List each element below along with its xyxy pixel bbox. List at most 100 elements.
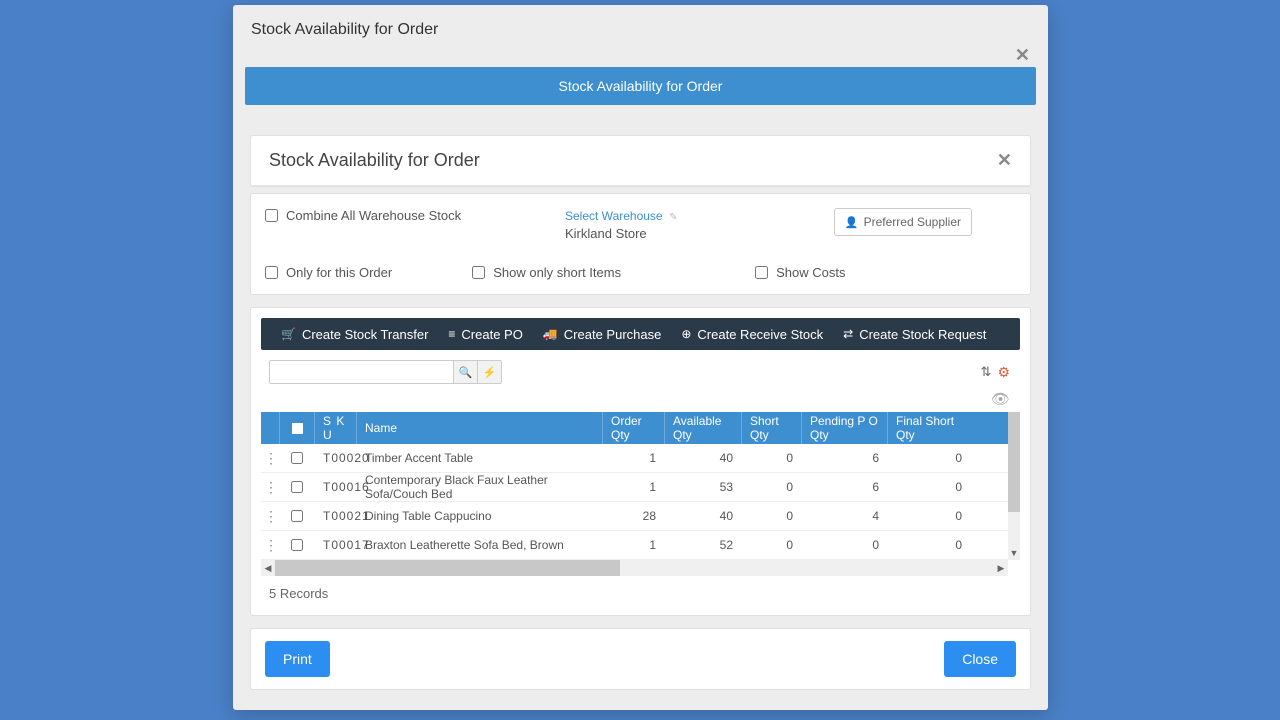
row-checkbox[interactable] <box>291 452 303 464</box>
flash-button[interactable]: ⚡ <box>478 360 502 384</box>
user-plus-icon: 👤 <box>845 216 859 229</box>
show-costs-input[interactable] <box>755 266 768 279</box>
preferred-supplier-label: Preferred Supplier <box>864 215 961 229</box>
cell-available-qty: 40 <box>665 444 742 472</box>
only-order-label: Only for this Order <box>286 265 392 280</box>
create-receive-stock-button[interactable]: ⊕Create Receive Stock <box>671 327 833 342</box>
cell-order-qty: 1 <box>603 444 665 472</box>
grid: S K U Name Order Qty Available Qty Short… <box>261 412 1020 576</box>
create-purchase-button[interactable]: 🚚Create Purchase <box>533 327 672 342</box>
scroll-left-icon[interactable]: ◀ <box>261 563 275 574</box>
grid-toolbar: 🛒Create Stock Transfer ≡Create PO 🚚Creat… <box>261 318 1020 350</box>
hscroll-thumb[interactable] <box>275 560 620 576</box>
cell-final-short-qty: 0 <box>888 444 971 472</box>
cell-pending-po-qty: 0 <box>802 531 888 559</box>
show-costs-label: Show Costs <box>776 265 845 280</box>
table-row[interactable]: ⋮T00021Dining Table Cappucino2840040 <box>261 502 1008 531</box>
scroll-right-icon[interactable]: ▶ <box>994 563 1008 574</box>
transfer-icon: 🛒 <box>281 327 296 341</box>
cell-available-qty: 40 <box>665 502 742 530</box>
panel-card: Stock Availability for Order ✕ <box>250 135 1031 187</box>
cell-order-qty: 1 <box>603 473 665 501</box>
col-name[interactable]: Name <box>357 412 603 444</box>
modal-banner: Stock Availability for Order <box>245 67 1036 105</box>
cell-sku: T00016 <box>315 473 357 501</box>
show-short-label: Show only short Items <box>493 265 621 280</box>
cell-name: Braxton Leatherette Sofa Bed, Brown <box>357 531 603 559</box>
create-stock-request-button[interactable]: ⇄Create Stock Request <box>833 327 996 342</box>
exchange-icon: ⇄ <box>843 327 853 341</box>
cell-sku: T00017 <box>315 531 357 559</box>
stock-availability-modal: Stock Availability for Order ✕ Stock Ava… <box>233 5 1048 710</box>
create-stock-transfer-button[interactable]: 🛒Create Stock Transfer <box>271 327 438 342</box>
col-pending-po-qty[interactable]: Pending P O Qty <box>802 412 888 444</box>
panel-close-icon[interactable]: ✕ <box>997 150 1012 171</box>
grid-card: 🛒Create Stock Transfer ≡Create PO 🚚Creat… <box>250 307 1031 616</box>
row-checkbox[interactable] <box>291 481 303 493</box>
combine-warehouse-label: Combine All Warehouse Stock <box>286 208 461 223</box>
create-po-button[interactable]: ≡Create PO <box>438 327 532 342</box>
search-button[interactable]: 🔍 <box>454 360 478 384</box>
cell-final-short-qty: 0 <box>888 473 971 501</box>
eye-icon[interactable]: 👁 <box>991 390 1010 408</box>
col-available-qty[interactable]: Available Qty <box>665 412 742 444</box>
cell-pending-po-qty: 6 <box>802 473 888 501</box>
select-warehouse-link[interactable]: Select Warehouse <box>565 209 663 223</box>
table-row[interactable]: ⋮T00017Braxton Leatherette Sofa Bed, Bro… <box>261 531 1008 560</box>
cell-name: Contemporary Black Faux Leather Sofa/Cou… <box>357 473 603 501</box>
close-button[interactable]: Close <box>944 641 1016 677</box>
cell-available-qty: 53 <box>665 473 742 501</box>
list-icon: ≡ <box>448 327 455 341</box>
cell-order-qty: 28 <box>603 502 665 530</box>
warehouse-name: Kirkland Store <box>565 226 795 241</box>
cell-final-short-qty: 0 <box>888 502 971 530</box>
show-costs-checkbox[interactable]: Show Costs <box>755 265 845 280</box>
print-button[interactable]: Print <box>265 641 330 677</box>
cell-pending-po-qty: 6 <box>802 444 888 472</box>
panel-title: Stock Availability for Order <box>269 150 480 171</box>
table-row[interactable]: ⋮T00016Contemporary Black Faux Leather S… <box>261 473 1008 502</box>
record-count: 5 Records <box>261 576 1020 605</box>
search-input[interactable] <box>269 360 454 384</box>
combine-warehouse-checkbox[interactable]: Combine All Warehouse Stock <box>265 208 565 223</box>
gear-icon[interactable]: ⚙ <box>997 364 1010 381</box>
show-short-checkbox[interactable]: Show only short Items <box>472 265 621 280</box>
cell-short-qty: 0 <box>742 473 802 501</box>
only-order-input[interactable] <box>265 266 278 279</box>
edit-warehouse-icon[interactable]: ✎ <box>669 212 677 223</box>
bolt-icon: ⚡ <box>483 367 497 379</box>
horizontal-scrollbar[interactable]: ◀ ▶ <box>261 560 1008 576</box>
footer: Print Close <box>250 628 1031 690</box>
row-checkbox[interactable] <box>291 539 303 551</box>
cell-sku: T00020 <box>315 444 357 472</box>
cell-final-short-qty: 0 <box>888 531 971 559</box>
vertical-scrollbar[interactable]: ▼ <box>1008 412 1020 560</box>
grid-body: ⋮T00020Timber Accent Table140060⋮T00016C… <box>261 444 1008 560</box>
cell-name: Dining Table Cappucino <box>357 502 603 530</box>
vscroll-thumb[interactable] <box>1008 412 1020 512</box>
combine-warehouse-input[interactable] <box>265 209 278 222</box>
col-order-qty[interactable]: Order Qty <box>603 412 665 444</box>
col-final-short-qty[interactable]: Final Short Qty <box>888 412 971 444</box>
only-order-checkbox[interactable]: Only for this Order <box>265 265 392 280</box>
search-icon: 🔍 <box>459 367 473 379</box>
preferred-supplier-button[interactable]: 👤 Preferred Supplier <box>834 208 972 236</box>
show-short-input[interactable] <box>472 266 485 279</box>
cell-short-qty: 0 <box>742 444 802 472</box>
table-row[interactable]: ⋮T00020Timber Accent Table140060 <box>261 444 1008 473</box>
scroll-down-icon[interactable]: ▼ <box>1008 546 1020 560</box>
cell-available-qty: 52 <box>665 531 742 559</box>
modal-title: Stock Availability for Order <box>233 5 1048 49</box>
cell-name: Timber Accent Table <box>357 444 603 472</box>
close-icon[interactable]: ✕ <box>1015 45 1030 66</box>
select-all-checkbox[interactable] <box>292 423 303 434</box>
col-short-qty[interactable]: Short Qty <box>742 412 802 444</box>
cell-order-qty: 1 <box>603 531 665 559</box>
cell-short-qty: 0 <box>742 531 802 559</box>
col-sku[interactable]: S K U <box>315 412 357 444</box>
grid-header: S K U Name Order Qty Available Qty Short… <box>261 412 1008 444</box>
filters-panel: Combine All Warehouse Stock Select Wareh… <box>250 193 1031 295</box>
row-checkbox[interactable] <box>291 510 303 522</box>
cell-pending-po-qty: 4 <box>802 502 888 530</box>
sort-icon[interactable]: ⇅ <box>981 364 992 380</box>
